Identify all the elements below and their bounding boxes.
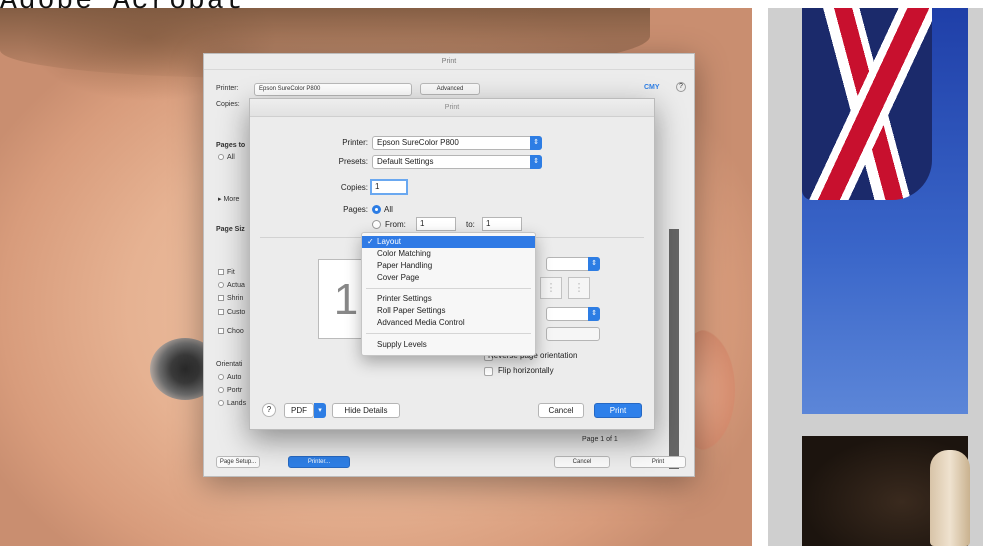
choose-paper-option[interactable]: Choo: [218, 328, 244, 335]
checkmark-icon: ✓: [367, 237, 374, 246]
dialog-title: Print: [204, 54, 694, 70]
pages-label: Pages:: [343, 205, 368, 214]
presets-value: Default Settings: [377, 157, 434, 166]
help-button[interactable]: ?: [262, 403, 276, 417]
copies-field[interactable]: 1: [370, 179, 408, 195]
app-title: Adobe Acrobat: [0, 0, 245, 17]
presets-label: Presets:: [338, 157, 368, 166]
statue-photo: [930, 450, 970, 546]
dialog-title: Print: [250, 99, 654, 117]
menu-item-label: Supply Levels: [377, 340, 427, 349]
landscape-option[interactable]: Lands: [218, 400, 246, 407]
two-sided-select[interactable]: [546, 327, 600, 341]
auto-orientation-option[interactable]: Auto: [218, 374, 241, 381]
page-count: Page 1 of 1: [582, 436, 618, 443]
menu-item-advanced-media-control[interactable]: Advanced Media Control: [362, 317, 535, 329]
menu-item-color-matching[interactable]: Color Matching: [362, 248, 535, 260]
actual-size-option[interactable]: Actua: [218, 282, 245, 289]
menu-item-printer-settings[interactable]: Printer Settings: [362, 293, 535, 305]
menu-item-paper-handling[interactable]: Paper Handling: [362, 260, 535, 272]
advanced-button[interactable]: Advanced: [420, 83, 480, 95]
menu-item-layout[interactable]: ✓ Layout: [362, 236, 535, 248]
pages-to-print-label: Pages to: [216, 142, 246, 149]
portrait-option[interactable]: Portr: [218, 387, 242, 394]
layout-direction-icon-2[interactable]: ⋮: [568, 277, 590, 299]
to-label: to:: [466, 220, 475, 229]
custom-scale-option[interactable]: Custo: [218, 309, 245, 316]
preview-scrollbar[interactable]: [669, 229, 679, 469]
page-setup-button[interactable]: Page Setup...: [216, 456, 260, 468]
menu-divider: [366, 288, 531, 289]
menu-item-label: Layout: [377, 237, 402, 246]
printer-value: Epson SureColor P800: [377, 138, 459, 147]
printer-label: Printer:: [342, 138, 368, 147]
print-button[interactable]: Print: [594, 403, 642, 418]
printer-button[interactable]: Printer...: [288, 456, 350, 468]
back-print-button[interactable]: Print: [630, 456, 686, 468]
chevron-updown-icon: ⇕: [530, 155, 542, 169]
pages-range-radio[interactable]: [372, 220, 381, 229]
pages-all-label: All: [384, 205, 393, 214]
print-options-menu: ✓ Layout Color Matching Paper Handling C…: [361, 232, 536, 356]
printer-select[interactable]: Epson SureColor P800: [254, 83, 412, 96]
printer-label: Printer:: [216, 85, 239, 92]
more-options-toggle[interactable]: ▸ More: [218, 195, 239, 203]
menu-item-label: Paper Handling: [377, 261, 433, 270]
all-pages-option[interactable]: All: [218, 154, 235, 161]
presets-select[interactable]: Default Settings ⇕: [372, 155, 542, 169]
flip-horizontally-label: Flip horizontally: [498, 366, 554, 375]
to-field[interactable]: 1: [482, 217, 522, 231]
help-icon[interactable]: ?: [676, 82, 686, 92]
from-field[interactable]: 1: [416, 217, 456, 231]
copies-label: Copies:: [340, 183, 368, 192]
pages-all-radio[interactable]: [372, 205, 381, 214]
menu-item-cover-page[interactable]: Cover Page: [362, 272, 535, 284]
page-sizing-label: Page Siz: [216, 226, 245, 233]
printer-value: Epson SureColor P800: [259, 86, 321, 92]
orientation-label: Orientati: [216, 361, 243, 368]
printer-select[interactable]: Epson SureColor P800 ⇕: [372, 136, 542, 150]
menu-item-label: Printer Settings: [377, 294, 432, 303]
menu-item-label: Roll Paper Settings: [377, 306, 446, 315]
border-select[interactable]: ⇕: [546, 307, 600, 321]
divider: [752, 0, 768, 546]
menu-divider: [366, 333, 531, 334]
chevron-updown-icon: ⇕: [588, 257, 600, 271]
pdf-button[interactable]: PDF: [284, 403, 314, 418]
layout-direction-icon-1[interactable]: ⋮: [540, 277, 562, 299]
fit-option[interactable]: Fit: [218, 269, 235, 276]
menu-item-roll-paper-settings[interactable]: Roll Paper Settings: [362, 305, 535, 317]
chevron-down-icon[interactable]: ▾: [314, 403, 326, 418]
layout-option-select[interactable]: ⇕: [546, 257, 600, 271]
union-flag-photo: [802, 8, 932, 200]
menu-item-label: Advanced Media Control: [377, 318, 465, 327]
menu-item-supply-levels[interactable]: Supply Levels: [362, 339, 535, 351]
from-label: From:: [385, 220, 406, 229]
chevron-updown-icon: ⇕: [588, 307, 600, 321]
chevron-updown-icon: ⇕: [530, 136, 542, 150]
menu-item-label: Cover Page: [377, 273, 420, 282]
ink-levels-icon[interactable]: CMY: [644, 84, 660, 91]
shrink-option[interactable]: Shrin: [218, 295, 243, 302]
back-cancel-button[interactable]: Cancel: [554, 456, 610, 468]
hide-details-button[interactable]: Hide Details: [332, 403, 400, 418]
copies-label: Copies:: [216, 101, 240, 108]
menu-item-label: Color Matching: [377, 249, 431, 258]
cancel-button[interactable]: Cancel: [538, 403, 584, 418]
flip-horizontally-checkbox[interactable]: [484, 367, 493, 376]
